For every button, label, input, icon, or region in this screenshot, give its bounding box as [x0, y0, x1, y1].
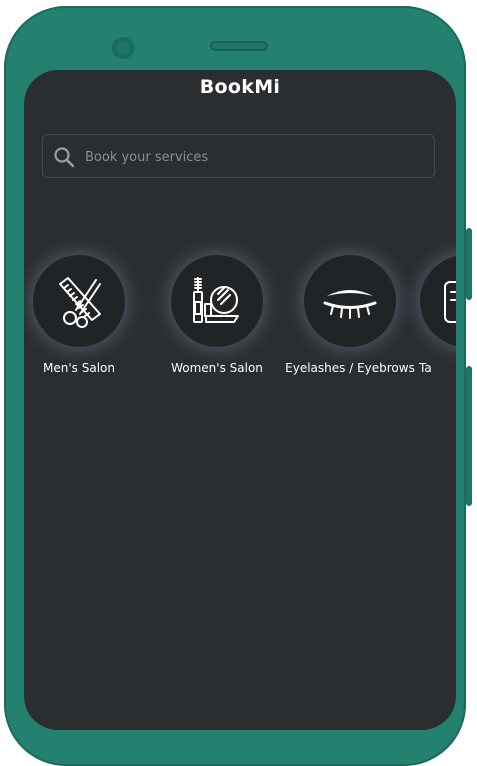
category-womens-salon[interactable]: Women's Salon — [152, 255, 282, 375]
scissors-comb-icon — [59, 277, 101, 328]
category-icon-circle — [171, 255, 263, 347]
category-label: Women's Salon — [171, 361, 263, 375]
search-icon — [54, 147, 75, 168]
category-tattoo[interactable]: Ta — [418, 255, 456, 375]
closed-eye-lashes-icon — [323, 290, 377, 319]
tattoo-icon — [444, 281, 456, 323]
category-icon-circle — [304, 255, 396, 347]
category-label: Ta — [419, 361, 432, 375]
category-icon-circle — [420, 255, 456, 347]
app-title: BookMi — [199, 76, 281, 98]
search-input[interactable] — [83, 135, 427, 179]
category-eyelashes-eyebrows[interactable]: Eyelashes / Eyebrows — [283, 255, 417, 375]
category-mens-salon[interactable]: Men's Salon — [24, 255, 144, 375]
category-icon-circle — [33, 255, 125, 347]
category-label: Eyelashes / Eyebrows — [285, 361, 415, 375]
front-camera — [112, 37, 134, 59]
mirror-mascara-icon — [193, 277, 239, 323]
earpiece-speaker — [210, 41, 268, 51]
power-button — [466, 366, 472, 506]
app-screen: BookMi Book your services Men's Salon Wo… — [24, 70, 456, 730]
search-bar[interactable] — [42, 134, 435, 179]
volume-button — [466, 228, 472, 300]
category-label: Men's Salon — [43, 361, 115, 375]
phone-frame: BookMi Book your services Men's Salon Wo… — [4, 6, 472, 766]
